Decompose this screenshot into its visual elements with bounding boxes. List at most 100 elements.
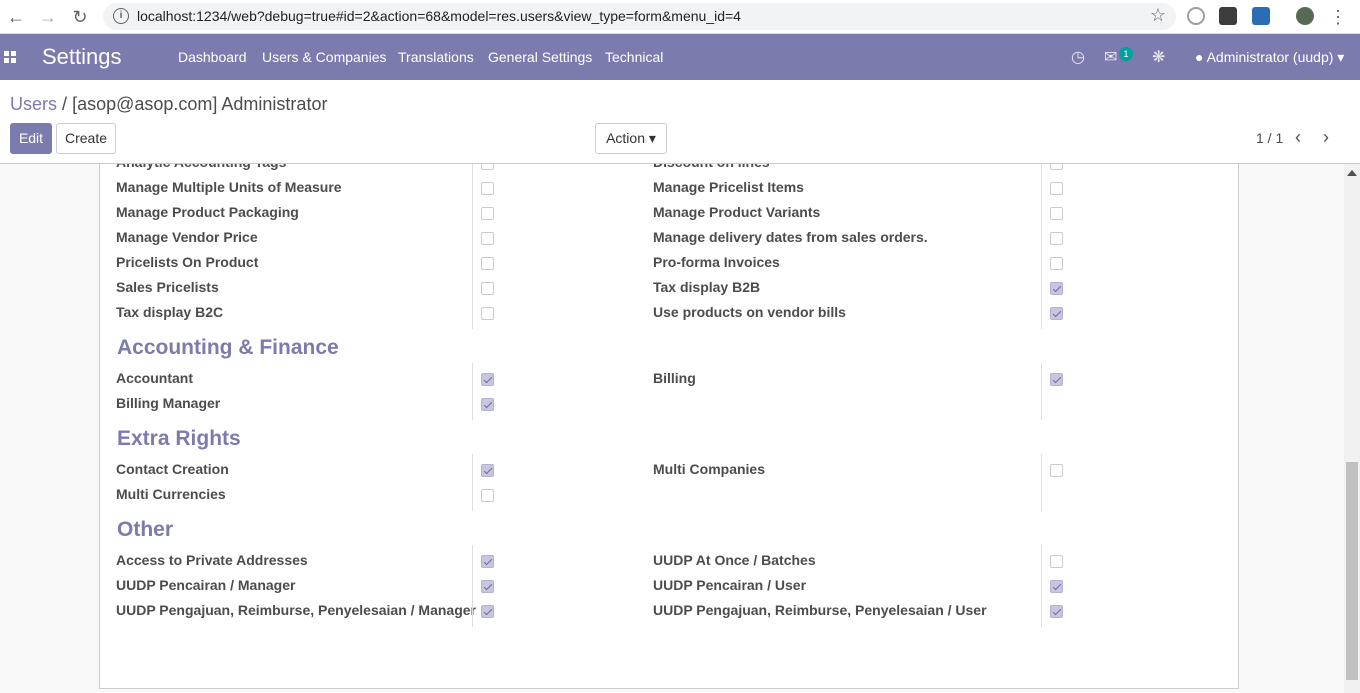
group-checkbox[interactable] <box>1050 232 1063 245</box>
action-dropdown[interactable]: Action ▾ <box>595 123 667 154</box>
group-label: Multi Companies <box>653 461 766 477</box>
group-label: Manage Product Packaging <box>116 204 299 220</box>
user-name[interactable]: Administrator (uudp) <box>1207 49 1334 65</box>
group-label: Pricelists On Product <box>116 254 259 270</box>
section-title: Other <box>117 518 174 541</box>
app-title: Settings <box>42 44 122 69</box>
address-bar[interactable]: i localhost:1234/web?debug=true#id=2&act… <box>103 3 1176 30</box>
column-separator <box>472 164 473 329</box>
group-checkbox[interactable] <box>1050 580 1063 593</box>
forward-arrow-icon[interactable]: → <box>36 5 60 29</box>
group-checkbox[interactable] <box>481 464 494 477</box>
group-label: Sales Pricelists <box>116 279 219 295</box>
group-label: Analytic Accounting Tags <box>116 164 286 170</box>
menu-dashboard[interactable]: Dashboard <box>178 49 247 65</box>
bookmark-star-icon[interactable]: ☆ <box>1150 5 1166 26</box>
menu-translations[interactable]: Translations <box>398 49 474 65</box>
menu-general-settings[interactable]: General Settings <box>488 49 592 65</box>
scrollbar-thumb[interactable] <box>1346 462 1358 680</box>
group-checkbox[interactable] <box>481 282 494 295</box>
group-label: Manage Product Variants <box>653 204 821 220</box>
breadcrumb: Users / [asop@asop.com] Administrator <box>10 94 327 115</box>
url-text[interactable]: localhost:1234/web?debug=true#id=2&actio… <box>137 8 741 24</box>
group-label: Manage Vendor Price <box>116 229 258 245</box>
group-checkbox[interactable] <box>1050 282 1063 295</box>
back-arrow-icon[interactable]: ← <box>4 5 28 29</box>
page-scrollbar[interactable] <box>1344 164 1360 693</box>
debug-bug-icon[interactable]: ❋ <box>1152 47 1165 67</box>
menu-technical[interactable]: Technical <box>605 49 663 65</box>
browser-menu-icon[interactable]: ⋮ <box>1326 5 1350 29</box>
group-checkbox[interactable] <box>481 257 494 270</box>
group-checkbox[interactable] <box>481 605 494 618</box>
group-label: Contact Creation <box>116 461 229 477</box>
group-label: UUDP Pengajuan, Reimburse, Penyelesaian … <box>653 602 987 618</box>
profile-avatar-icon[interactable] <box>1296 7 1314 25</box>
column-separator <box>1041 363 1042 420</box>
group-checkbox[interactable] <box>481 373 494 386</box>
group-label: Accountant <box>116 370 193 386</box>
breadcrumb-current: [asop@asop.com] Administrator <box>72 94 328 114</box>
group-checkbox[interactable] <box>481 182 494 195</box>
group-label: Access to Private Addresses <box>116 552 308 568</box>
group-checkbox[interactable] <box>1050 555 1063 568</box>
group-checkbox[interactable] <box>481 489 494 502</box>
message-count-badge: 1 <box>1119 47 1133 61</box>
group-checkbox[interactable] <box>1050 182 1063 195</box>
group-checkbox[interactable] <box>1050 207 1063 220</box>
group-checkbox[interactable] <box>481 232 494 245</box>
group-label: Use products on vendor bills <box>653 304 846 320</box>
scroll-up-icon[interactable] <box>1347 170 1357 176</box>
group-checkbox[interactable] <box>481 307 494 320</box>
apps-menu-icon[interactable] <box>4 51 16 63</box>
breadcrumb-separator: / <box>62 94 68 114</box>
edit-button[interactable]: Edit <box>10 123 52 154</box>
group-label: UUDP At Once / Batches <box>653 552 816 568</box>
reload-icon[interactable]: ↻ <box>68 5 92 29</box>
main-navbar: Settings Dashboard Users & Companies Tra… <box>0 34 1360 80</box>
group-checkbox[interactable] <box>1050 307 1063 320</box>
user-menu[interactable]: ● Administrator (uudp) ▾ <box>1195 49 1344 66</box>
group-checkbox[interactable] <box>481 164 494 170</box>
group-checkbox[interactable] <box>481 555 494 568</box>
group-label: Pro-forma Invoices <box>653 254 780 270</box>
globe-extension-icon[interactable] <box>1187 7 1205 25</box>
group-label: Multi Currencies <box>116 486 226 502</box>
menu-users-companies[interactable]: Users & Companies <box>262 49 387 65</box>
group-checkbox[interactable] <box>481 207 494 220</box>
form-sheet: Analytic Accounting Tags Discount on line… <box>99 164 1239 689</box>
group-label: UUDP Pencairan / User <box>653 577 807 593</box>
control-panel: Users / [asop@asop.com] Administrator Ed… <box>0 80 1360 164</box>
column-separator <box>472 363 473 420</box>
selenium-extension-icon[interactable] <box>1219 7 1237 25</box>
group-checkbox[interactable] <box>1050 605 1063 618</box>
extension-icon[interactable] <box>1252 7 1270 25</box>
pager-value[interactable]: 1 / 1 <box>1256 130 1283 146</box>
group-checkbox[interactable] <box>1050 464 1063 477</box>
group-label: Tax display B2B <box>653 279 761 295</box>
form-content-area: Analytic Accounting Tags Discount on line… <box>0 164 1344 693</box>
section-title: Extra Rights <box>117 427 241 450</box>
group-checkbox[interactable] <box>481 398 494 411</box>
browser-toolbar: ← → ↻ i localhost:1234/web?debug=true#id… <box>0 0 1360 34</box>
messages-icon[interactable]: ✉ <box>1104 47 1117 67</box>
group-label: Discount on lines <box>653 164 770 170</box>
column-separator <box>1041 164 1042 329</box>
create-button[interactable]: Create <box>56 123 116 154</box>
column-separator <box>472 545 473 627</box>
group-checkbox[interactable] <box>1050 257 1063 270</box>
breadcrumb-users-link[interactable]: Users <box>10 94 57 114</box>
group-checkbox[interactable] <box>1050 164 1063 170</box>
group-label: Manage Pricelist Items <box>653 179 804 195</box>
action-label[interactable]: Action <box>606 130 645 146</box>
group-label: UUDP Pencairan / Manager <box>116 577 296 593</box>
group-label: Tax display B2C <box>116 304 224 320</box>
group-checkbox[interactable] <box>481 580 494 593</box>
group-label: Billing <box>653 370 696 386</box>
info-icon[interactable]: i <box>113 8 129 24</box>
activity-clock-icon[interactable]: ◷ <box>1071 47 1085 67</box>
pager-next-icon[interactable]: › <box>1323 127 1329 148</box>
pager-previous-icon[interactable]: ‹ <box>1295 127 1301 148</box>
group-label: Billing Manager <box>116 395 221 411</box>
group-checkbox[interactable] <box>1050 373 1063 386</box>
